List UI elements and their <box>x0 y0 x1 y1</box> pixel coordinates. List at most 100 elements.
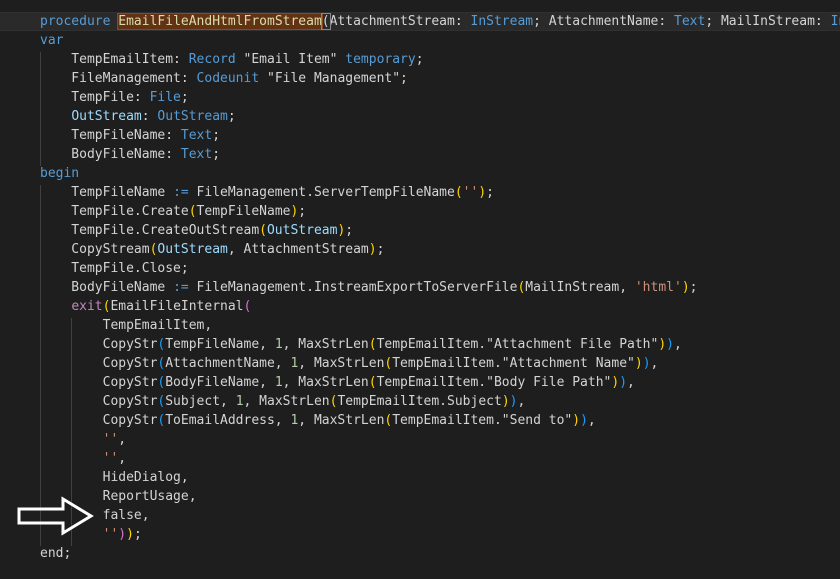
code-line[interactable]: ReportUsage, <box>0 487 840 506</box>
code-line-text: TempFile.Create(TempFileName); <box>40 202 306 221</box>
code-token: '' <box>102 527 119 542</box>
code-line[interactable]: TempFile: File; <box>0 88 840 107</box>
code-token: ( <box>368 375 377 390</box>
code-line[interactable]: begin <box>0 164 840 183</box>
code-token: , MaxStrLen <box>298 413 385 428</box>
code-token: '' <box>462 185 479 200</box>
code-token: Subject, <box>165 394 236 409</box>
code-token: ; <box>133 527 142 542</box>
code-editor[interactable]: procedure EmailFileAndHtmlFromStream(Att… <box>0 0 840 579</box>
code-token: Record <box>188 52 236 67</box>
code-token: ; <box>180 90 189 105</box>
code-token: ToEmailAddress, <box>165 413 291 428</box>
code-line-text: TempFileName: Text; <box>40 126 220 145</box>
code-token: begin <box>40 166 80 181</box>
code-line-text: TempEmailItem, <box>40 316 213 335</box>
code-token: "Email Item" <box>235 52 346 67</box>
code-line[interactable]: CopyStr(ToEmailAddress, 1, MaxStrLen(Tem… <box>0 411 840 430</box>
code-token: ) <box>501 394 510 409</box>
code-token: ) <box>118 527 127 542</box>
code-line[interactable]: HideDialog, <box>0 468 840 487</box>
code-token: ( <box>188 204 197 219</box>
code-line[interactable]: procedure EmailFileAndHtmlFromStream(Att… <box>0 12 840 31</box>
code-token: ( <box>243 299 252 314</box>
code-line[interactable]: CopyStream(OutStream, AttachmentStream); <box>0 240 840 259</box>
code-line-text: TempFileName := FileManagement.ServerTem… <box>40 183 494 202</box>
code-token: TempFileName <box>196 204 291 219</box>
code-line[interactable]: false, <box>0 506 840 525</box>
code-token: FileManagement: <box>40 71 197 86</box>
code-line-text: '', <box>40 430 127 449</box>
code-line[interactable]: CopyStr(Subject, 1, MaxStrLen(TempEmailI… <box>0 392 840 411</box>
code-token: var <box>40 33 64 48</box>
code-token: OutStream <box>157 242 228 257</box>
code-line[interactable]: TempFileName: Text; <box>0 126 840 145</box>
code-token: EmailFileAndHtmlFromStream <box>117 13 323 30</box>
code-line-text: BodyFileName := FileManagement.InstreamE… <box>40 278 697 297</box>
code-line[interactable]: '', <box>0 430 840 449</box>
code-token: CopyStr <box>40 394 158 409</box>
code-line[interactable]: TempFile.Create(TempFileName); <box>0 202 840 221</box>
code-line[interactable]: '')); <box>0 525 840 544</box>
code-token: := <box>173 185 189 200</box>
code-token: ; <box>298 204 307 219</box>
code-token: TempFile.Close; <box>40 261 189 276</box>
code-token: Text <box>180 147 213 162</box>
code-token: '' <box>40 432 119 447</box>
code-line-text: begin <box>40 164 79 183</box>
code-line[interactable]: CopyStr(BodyFileName, 1, MaxStrLen(TempE… <box>0 373 840 392</box>
code-line-text: OutStream: OutStream; <box>40 107 236 126</box>
code-token: 1 <box>235 394 244 409</box>
code-line-text: TempFile: File; <box>40 88 189 107</box>
code-token: AttachmentStream: <box>329 14 471 29</box>
code-token: ) <box>658 337 667 352</box>
code-token: 1 <box>274 337 283 352</box>
code-token: OutStream <box>71 109 142 124</box>
code-token: ; <box>212 147 221 162</box>
code-line[interactable]: TempFile.CreateOutStream(OutStream); <box>0 221 840 240</box>
code-token: , MaxStrLen <box>282 337 369 352</box>
code-line[interactable]: var <box>0 31 840 50</box>
code-token: ; <box>376 242 385 257</box>
code-token: TempEmailItem: <box>40 52 189 67</box>
code-line[interactable]: BodyFileName: Text; <box>0 145 840 164</box>
code-token: ; <box>227 109 236 124</box>
code-line[interactable]: FileManagement: Codeunit "File Managemen… <box>0 69 840 88</box>
code-token: ) <box>634 356 643 371</box>
code-token: Codeunit <box>196 71 260 86</box>
code-line[interactable]: TempEmailItem: Record "Email Item" tempo… <box>0 50 840 69</box>
code-line-text: procedure EmailFileAndHtmlFromStream(Att… <box>40 13 840 30</box>
code-token: OutStream <box>157 109 228 124</box>
code-line[interactable]: CopyStr(AttachmentName, 1, MaxStrLen(Tem… <box>0 354 840 373</box>
code-line[interactable]: end; <box>0 544 840 563</box>
code-token: TempEmailItem."Attachment Name" <box>392 356 635 371</box>
code-token: BodyFileName, <box>165 375 275 390</box>
code-line[interactable]: BodyFileName := FileManagement.InstreamE… <box>0 278 840 297</box>
code-token: 'html' <box>634 280 682 295</box>
code-token: ; <box>415 52 424 67</box>
code-token: temporary <box>345 52 416 67</box>
code-line[interactable]: OutStream: OutStream; <box>0 107 840 126</box>
code-line[interactable]: CopyStr(TempFileName, 1, MaxStrLen(TempE… <box>0 335 840 354</box>
code-line[interactable]: '', <box>0 449 840 468</box>
code-token: , MaxStrLen <box>298 356 385 371</box>
code-token: ( <box>368 337 377 352</box>
code-token: CopyStr <box>40 356 158 371</box>
code-token: CopyStr <box>40 337 158 352</box>
code-token: '' <box>40 451 119 466</box>
code-line-text: CopyStr(AttachmentName, 1, MaxStrLen(Tem… <box>40 354 659 373</box>
code-line[interactable]: TempEmailItem, <box>0 316 840 335</box>
code-line[interactable]: TempFile.Close; <box>0 259 840 278</box>
code-line[interactable]: TempFileName := FileManagement.ServerTem… <box>0 183 840 202</box>
code-token: OutStream <box>266 223 338 238</box>
code-token: TempFile.CreateOutStream <box>40 223 260 238</box>
code-line[interactable]: exit(EmailFileInternal( <box>0 297 840 316</box>
code-token: ; <box>689 280 698 295</box>
code-token: TempEmailItem, <box>40 318 213 333</box>
code-token: ( <box>259 223 267 238</box>
code-token: : <box>141 109 158 124</box>
code-token: TempFile: <box>40 90 150 105</box>
code-token: ; <box>345 223 354 238</box>
code-token: Text <box>180 128 213 143</box>
code-token: TempFileName: <box>40 128 181 143</box>
